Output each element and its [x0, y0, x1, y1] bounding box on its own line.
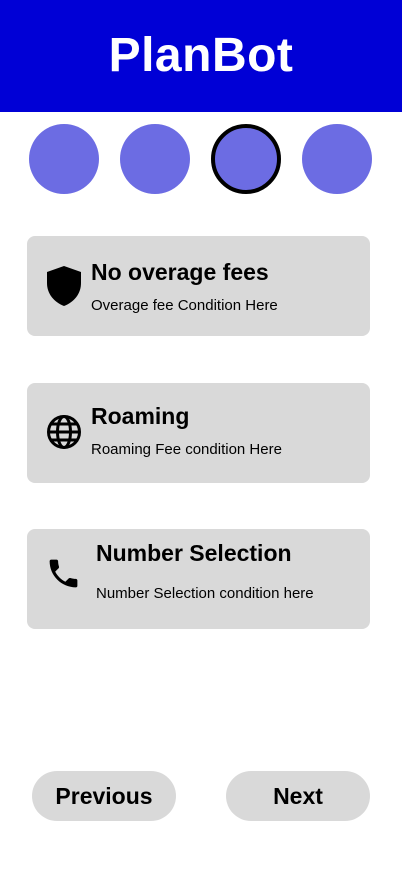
feature-card-overage: No overage fees Overage fee Condition He… [27, 236, 370, 336]
feature-card-number-selection: Number Selection Number Selection condit… [27, 529, 370, 629]
step-dot-1[interactable] [29, 124, 99, 194]
step-indicator [0, 124, 402, 194]
step-dot-3-active[interactable] [211, 124, 281, 194]
feature-card-roaming: Roaming Roaming Fee condition Here [27, 383, 370, 483]
card-description: Roaming Fee condition Here [91, 441, 282, 458]
card-title: Number Selection [96, 540, 292, 566]
globe-icon [47, 415, 81, 449]
card-description: Overage fee Condition Here [91, 297, 278, 314]
card-description: Number Selection condition here [96, 585, 314, 602]
step-dot-4[interactable] [302, 124, 372, 194]
next-button[interactable]: Next [226, 771, 370, 821]
step-dot-2[interactable] [120, 124, 190, 194]
app-header: PlanBot [0, 0, 402, 112]
card-title: Roaming [91, 403, 190, 429]
previous-button[interactable]: Previous [32, 771, 176, 821]
card-title: No overage fees [91, 259, 269, 285]
phone-icon [49, 559, 78, 588]
app-title: PlanBot [108, 29, 294, 82]
shield-icon [47, 266, 81, 306]
